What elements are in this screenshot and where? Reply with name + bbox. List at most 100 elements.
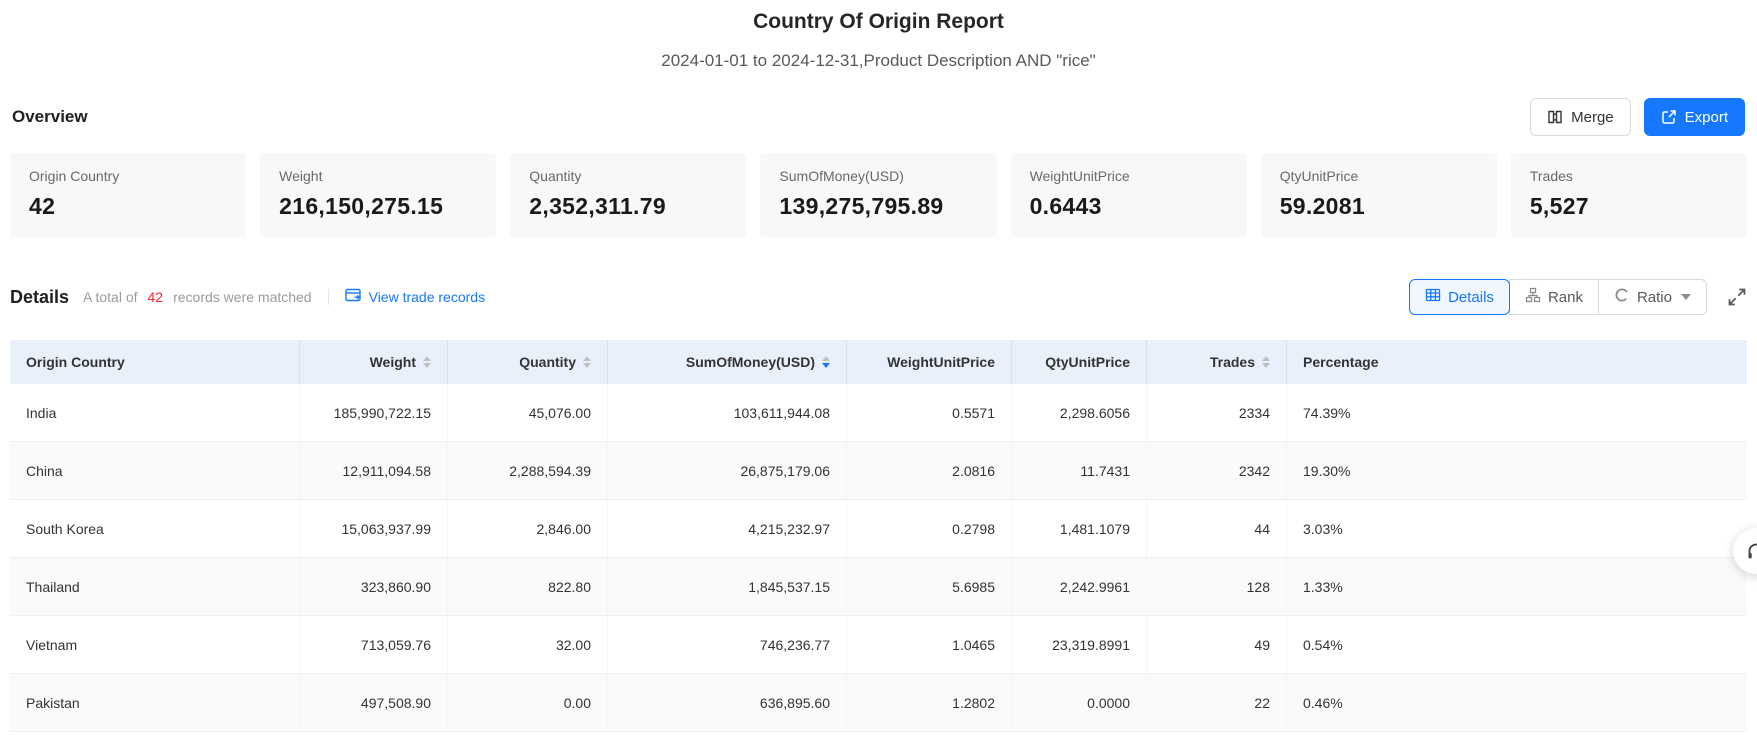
stat-value: 139,275,795.89 (779, 193, 944, 219)
column-label: QtyUnitPrice (1045, 354, 1130, 370)
stat-label: Quantity (529, 168, 582, 184)
export-icon (1661, 109, 1677, 125)
column-label: WeightUnitPrice (887, 354, 995, 370)
cell-percentage: 0.54% (1287, 616, 1747, 674)
cell-qtyunitprice: 11.7431 (1012, 442, 1147, 500)
tab-details[interactable]: Details (1409, 279, 1510, 315)
stat-card-trades: Trades 5,527 (1510, 153, 1747, 237)
column-label: Origin Country (26, 354, 125, 370)
cell-weight: 15,063,937.99 (300, 500, 448, 558)
details-bar: Details A total of 42 records were match… (10, 279, 1747, 315)
stat-card-quantity: Quantity 2,352,311.79 (510, 153, 747, 237)
column-header-quantity[interactable]: Quantity (448, 340, 608, 384)
report-page: Country Of Origin Report 2024-01-01 to 2… (0, 0, 1757, 750)
tab-details-label: Details (1448, 288, 1494, 306)
cell-weight: 497,508.90 (300, 674, 448, 732)
stat-label: SumOfMoney(USD) (779, 168, 904, 184)
details-table: Origin Country Weight Quantity SumOfMoney(U… (10, 340, 1747, 732)
overview-heading: Overview (12, 107, 88, 126)
stat-label: Trades (1529, 168, 1573, 184)
tab-ratio-label: Ratio (1636, 288, 1672, 306)
cell-weightunitprice: 0.5571 (847, 384, 1012, 442)
cell-origin-country: Pakistan (10, 674, 300, 732)
cell-trades: 2334 (1147, 384, 1287, 442)
cell-weight: 323,860.90 (300, 558, 448, 616)
column-header-weight[interactable]: Weight (300, 340, 448, 384)
rank-chart-icon (1525, 287, 1541, 307)
cell-weightunitprice: 0.2798 (847, 500, 1012, 558)
cell-sumofmoney-usd: 746,236.77 (608, 616, 847, 674)
cell-trades: 49 (1147, 616, 1287, 674)
cell-quantity: 2,288,594.39 (448, 442, 608, 500)
cell-origin-country: Vietnam (10, 616, 300, 674)
cell-qtyunitprice: 23,319.8991 (1012, 616, 1147, 674)
cell-qtyunitprice: 1,481.1079 (1012, 500, 1147, 558)
cell-weight: 12,911,094.58 (300, 442, 448, 500)
export-button[interactable]: Export (1643, 98, 1745, 136)
table-row: Vietnam 713,059.76 32.00 746,236.77 1.0465 23… (10, 616, 1747, 674)
column-header-trades[interactable]: Trades (1147, 340, 1287, 384)
stat-label: QtyUnitPrice (1279, 168, 1359, 184)
table-header: Origin Country Weight Quantity SumOfMoney(U… (10, 340, 1747, 384)
cell-quantity: 2,846.00 (448, 500, 608, 558)
sort-carets-icon[interactable] (822, 356, 830, 368)
cell-origin-country: South Korea (10, 500, 300, 558)
view-trade-records-link[interactable]: View trade records (344, 288, 485, 306)
sort-carets-icon[interactable] (583, 356, 591, 368)
column-label: Weight (369, 354, 416, 370)
cell-trades: 44 (1147, 500, 1287, 558)
table-row: China 12,911,094.58 2,288,594.39 26,875,179… (10, 442, 1747, 500)
overview-actions: Merge Export (1530, 98, 1745, 136)
trade-records-window-icon (344, 288, 362, 306)
ratio-pie-icon (1614, 287, 1630, 307)
chevron-down-icon (1681, 294, 1691, 300)
tab-ratio[interactable]: Ratio (1597, 279, 1707, 315)
table-body: India 185,990,722.15 45,076.00 103,611,944.… (10, 384, 1747, 732)
cell-qtyunitprice: 2,242.9961 (1012, 558, 1147, 616)
cell-weightunitprice: 1.0465 (847, 616, 1012, 674)
cell-weight: 185,990,722.15 (300, 384, 448, 442)
overview-bar: Overview Merge Export (10, 98, 1747, 136)
stat-card-qty-unit-price: QtyUnitPrice 59.2081 (1260, 153, 1497, 237)
stat-value: 216,150,275.15 (279, 193, 444, 219)
cell-percentage: 19.30% (1287, 442, 1747, 500)
cell-sumofmoney-usd: 103,611,944.08 (608, 384, 847, 442)
stat-card-origin-country: Origin Country 42 (10, 153, 247, 237)
cell-weightunitprice: 1.2802 (847, 674, 1012, 732)
cell-quantity: 45,076.00 (448, 384, 608, 442)
cell-percentage: 1.33% (1287, 558, 1747, 616)
details-table-wrap: Origin Country Weight Quantity SumOfMoney(U… (10, 340, 1747, 732)
table-grid-icon (1425, 287, 1441, 307)
column-header-origin-country: Origin Country (10, 340, 300, 384)
merge-button[interactable]: Merge (1530, 98, 1631, 136)
stat-card-weight-unit-price: WeightUnitPrice 0.6443 (1010, 153, 1247, 237)
view-switch: Details Rank Ratio (1409, 279, 1747, 315)
table-row: Pakistan 497,508.90 0.00 636,895.60 1.2802 0.… (10, 674, 1747, 732)
cell-qtyunitprice: 0.0000 (1012, 674, 1147, 732)
table-row: India 185,990,722.15 45,076.00 103,611,944.… (10, 384, 1747, 442)
stat-value: 59.2081 (1279, 193, 1365, 219)
sort-carets-icon[interactable] (423, 356, 431, 368)
cell-origin-country: Thailand (10, 558, 300, 616)
fullscreen-button[interactable] (1727, 287, 1747, 307)
cell-percentage: 0.46% (1287, 674, 1747, 732)
overview-stat-cards: Origin Country 42 Weight 216,150,275.15 … (10, 153, 1747, 237)
report-header: Country Of Origin Report 2024-01-01 to 2… (10, 0, 1747, 71)
column-label: Trades (1209, 354, 1255, 370)
cell-sumofmoney-usd: 636,895.60 (608, 674, 847, 732)
cell-quantity: 0.00 (448, 674, 608, 732)
column-header-sumofmoney-usd[interactable]: SumOfMoney(USD) (608, 340, 847, 384)
tab-rank[interactable]: Rank (1508, 279, 1599, 315)
stat-value: 2,352,311.79 (529, 193, 666, 219)
cell-origin-country: China (10, 442, 300, 500)
cell-sumofmoney-usd: 26,875,179.06 (608, 442, 847, 500)
cell-trades: 22 (1147, 674, 1287, 732)
merge-cells-icon (1547, 109, 1563, 125)
cell-origin-country: India (10, 384, 300, 442)
cell-weightunitprice: 5.6985 (847, 558, 1012, 616)
stat-card-sum-of-money: SumOfMoney(USD) 139,275,795.89 (760, 153, 997, 237)
sort-carets-icon[interactable] (1262, 356, 1270, 368)
cell-quantity: 32.00 (448, 616, 608, 674)
vertical-divider (327, 289, 329, 305)
cell-quantity: 822.80 (448, 558, 608, 616)
